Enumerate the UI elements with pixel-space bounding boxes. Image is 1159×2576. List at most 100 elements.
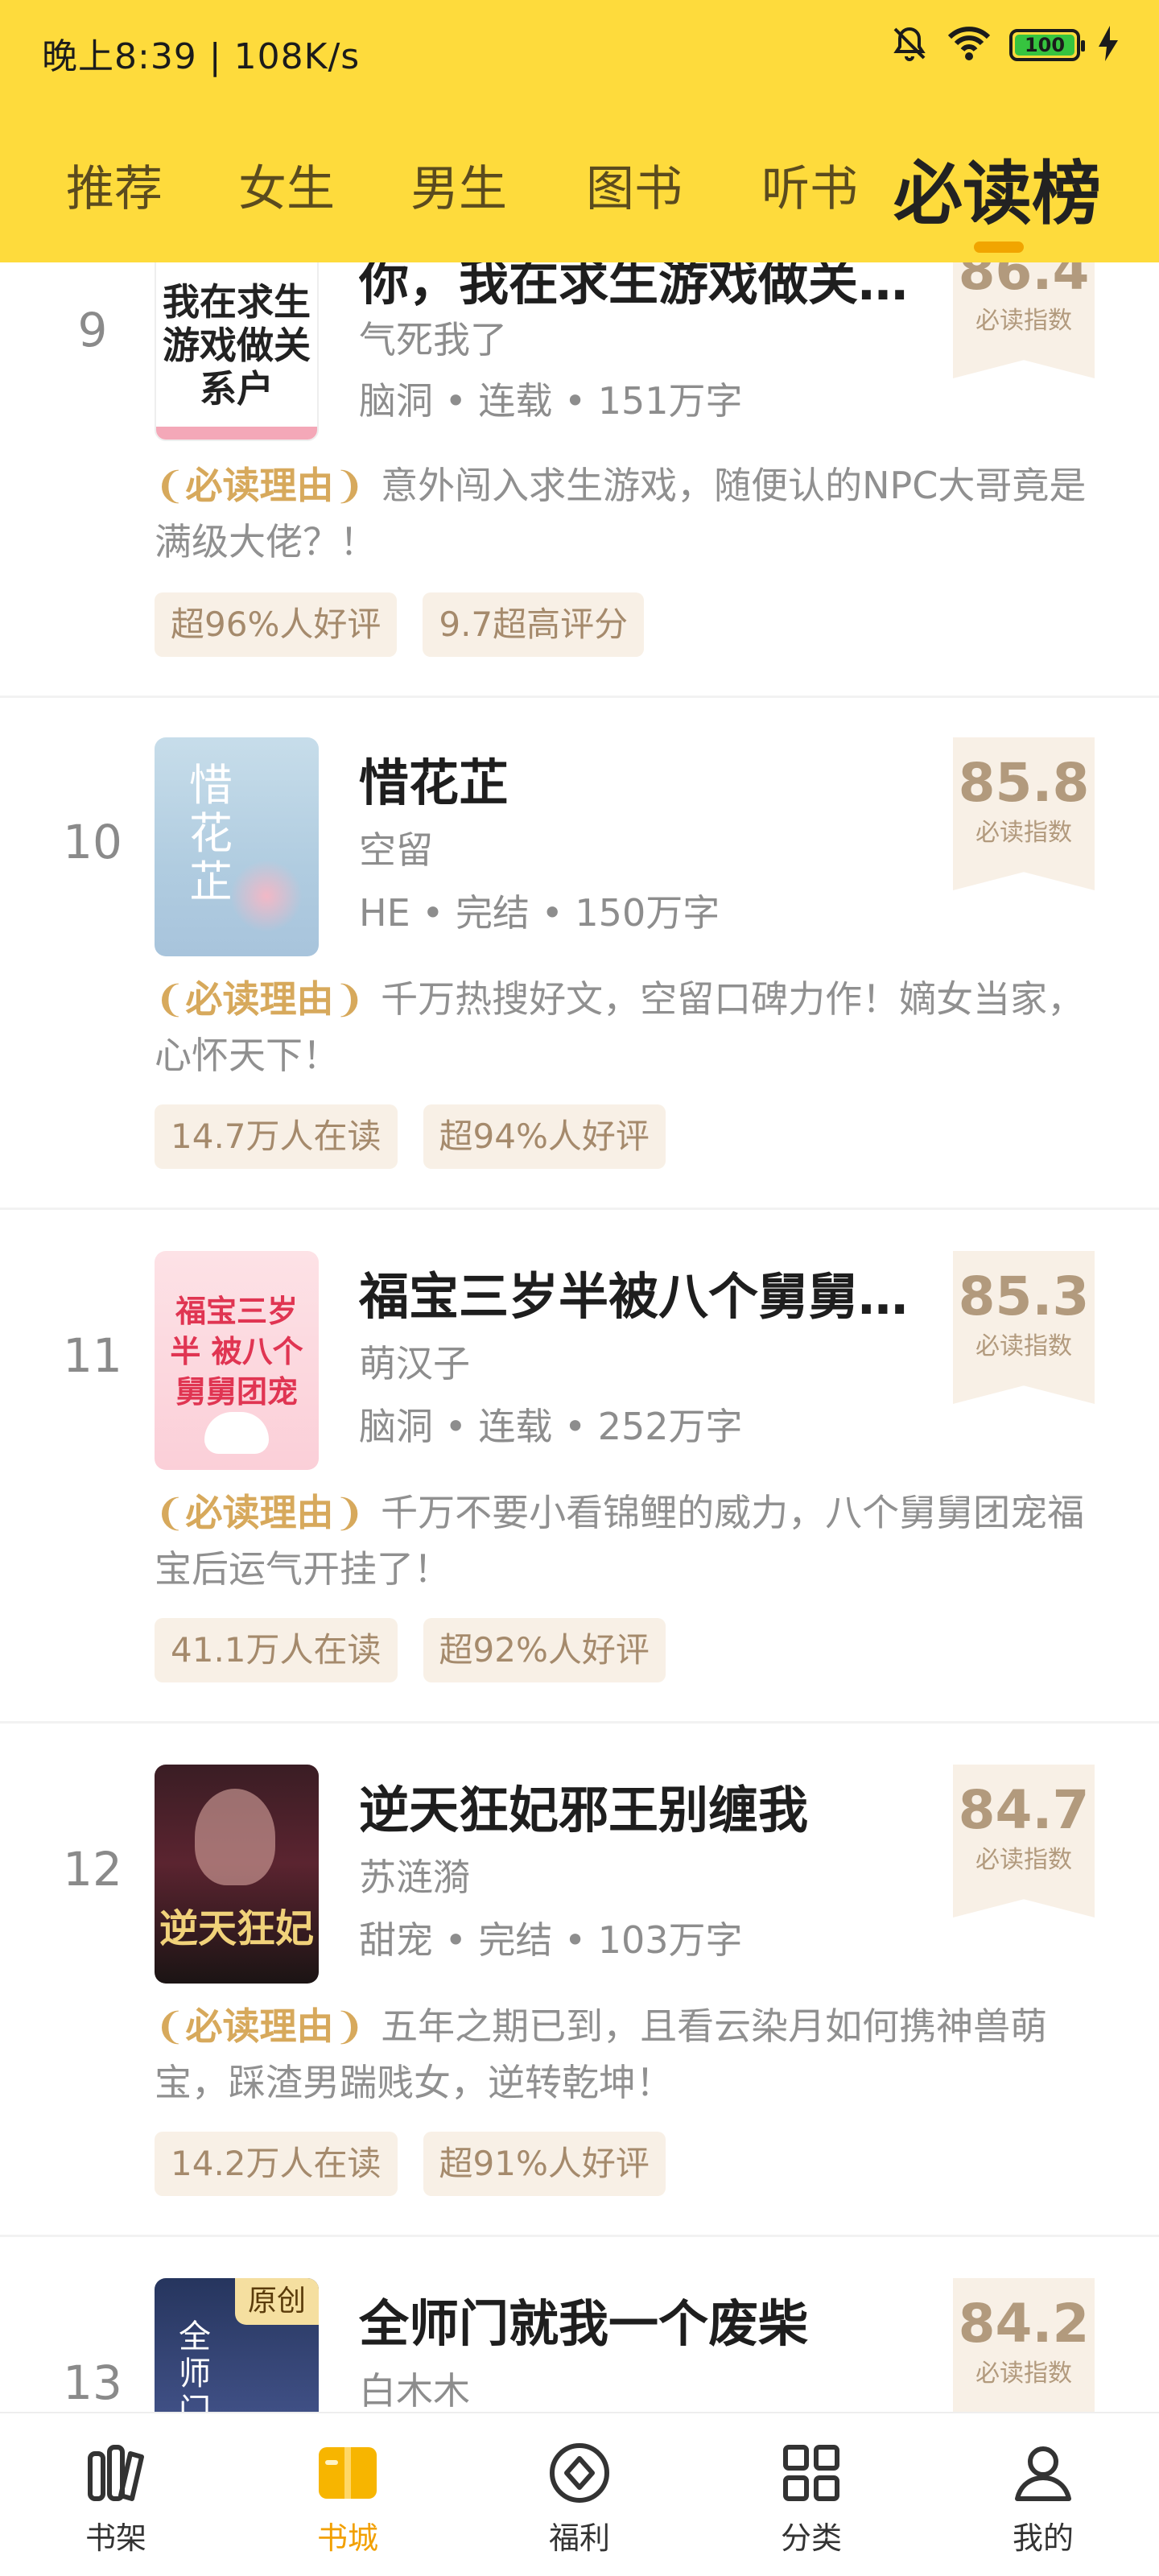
cover-stripe	[156, 427, 317, 440]
laurel-left-icon: ❨	[155, 1491, 186, 1534]
tab-books[interactable]: 图书	[586, 150, 683, 220]
score-value: 85.8	[958, 752, 1090, 814]
reason-tag: ❨必读理由❩	[155, 464, 365, 507]
reason-text: ❨必读理由❩ 五年之期已到，且看云染月如何携神兽萌宝，踩渣男踹贱女，逆转乾坤！	[155, 2004, 1048, 2104]
reason-text: ❨必读理由❩ 千万热搜好文，空留口碑力作！嫡女当家，心怀天下！	[155, 977, 1085, 1077]
welfare-icon	[544, 2438, 615, 2508]
list-item[interactable]: 11 福宝三岁半 被八个舅舅团宠了 福宝三岁半被八个舅舅团宠了 萌汉子 脑洞 •…	[0, 1211, 1159, 1724]
book-title[interactable]: 福宝三岁半被八个舅舅团宠了	[359, 1256, 938, 1328]
reason-tag: ❨必读理由❩	[155, 2004, 365, 2048]
nav-bookstore[interactable]: 书城	[267, 2438, 428, 2557]
reason-tag: ❨必读理由❩	[155, 977, 365, 1021]
reason-tag: ❨必读理由❩	[155, 1491, 365, 1534]
ranking-list[interactable]: 9 我在求生游戏做关系户 你，我在求生游戏做关系户 气死我了 脑洞 • 连载 •…	[0, 0, 1159, 2576]
tag-chip: 超92%人好评	[423, 1618, 666, 1682]
tag-chip: 9.7超高评分	[423, 592, 645, 657]
rank-number: 9	[77, 303, 108, 357]
bookstore-icon	[312, 2438, 383, 2508]
nav-label: 书城	[316, 2520, 378, 2556]
reason-text: ❨必读理由❩ 千万不要小看锦鲤的威力，八个舅舅团宠福宝后运气开挂了！	[155, 1491, 1085, 1591]
charging-icon	[1098, 26, 1119, 64]
status-icons: 100	[890, 24, 1119, 66]
laurel-right-icon: ❩	[333, 2004, 365, 2048]
laurel-right-icon: ❩	[333, 1491, 365, 1534]
battery-level: 100	[1015, 35, 1074, 56]
tag-chip: 超94%人好评	[423, 1104, 666, 1169]
category-icon	[776, 2438, 847, 2508]
score-label: 必读指数	[975, 307, 1072, 335]
nav-bookshelf[interactable]: 书架	[35, 2438, 196, 2557]
tag-chip: 14.7万人在读	[155, 1104, 398, 1169]
original-badge: 原创	[235, 2278, 319, 2325]
rank-number: 10	[63, 815, 122, 869]
book-meta: 脑洞 • 连载 • 252万字	[359, 1405, 743, 1448]
book-cover[interactable]: 惜花芷	[155, 737, 319, 956]
list-item[interactable]: 10 惜花芷 惜花芷 空留 HE • 完结 • 150万字 85.8 必读指数 …	[0, 697, 1159, 1211]
tab-recommend[interactable]: 推荐	[66, 150, 163, 220]
reason-text: ❨必读理由❩ 意外闯入求生游戏，随便认的NPC大哥竟是满级大佬？！	[155, 464, 1087, 564]
laurel-right-icon: ❩	[333, 977, 365, 1021]
score-label: 必读指数	[975, 1846, 1072, 1874]
tab-audio[interactable]: 听书	[761, 150, 858, 220]
tab-must-read[interactable]: 必读榜	[893, 137, 1101, 237]
score-label: 必读指数	[975, 819, 1072, 847]
nav-category[interactable]: 分类	[731, 2438, 892, 2557]
tag-chips: 41.1万人在读 超92%人好评	[155, 1618, 666, 1682]
tag-chips: 14.7万人在读 超94%人好评	[155, 1104, 666, 1169]
nav-label: 福利	[548, 2520, 610, 2556]
tab-indicator	[974, 242, 1024, 253]
rank-number: 13	[63, 2355, 122, 2410]
score-label: 必读指数	[975, 2359, 1072, 2388]
laurel-right-icon: ❩	[333, 464, 365, 507]
profile-icon	[1008, 2438, 1079, 2508]
cover-figure	[195, 1789, 275, 1885]
nav-label: 书架	[85, 2520, 146, 2556]
category-tabs: 推荐 女生 男生 图书 听书 必读榜	[0, 137, 1159, 234]
laurel-left-icon: ❨	[155, 464, 186, 507]
score-value: 84.7	[958, 1779, 1090, 1841]
score-value: 84.2	[958, 2293, 1090, 2355]
book-title[interactable]: 逆天狂妃邪王别缠我	[359, 1769, 938, 1842]
score-badge: 84.2 必读指数	[953, 2278, 1095, 2431]
cover-flower	[230, 860, 303, 932]
book-author[interactable]: 白木木	[359, 2362, 470, 2415]
book-author[interactable]: 气死我了	[359, 311, 507, 364]
nav-welfare[interactable]: 福利	[499, 2438, 660, 2557]
tab-male[interactable]: 男生	[410, 150, 507, 220]
book-meta: 甜宠 • 完结 • 103万字	[359, 1918, 743, 1962]
mute-bell-icon	[890, 24, 929, 66]
tag-chip: 14.2万人在读	[155, 2132, 398, 2196]
rank-number: 12	[63, 1842, 122, 1897]
book-author[interactable]: 空留	[359, 821, 433, 874]
cover-title: 我在求生游戏做关系户	[163, 280, 311, 411]
divider	[0, 1721, 1159, 1724]
book-title[interactable]: 惜花芷	[359, 742, 938, 815]
book-author[interactable]: 苏涟漪	[359, 1848, 470, 1901]
tag-chip: 超91%人好评	[423, 2132, 666, 2196]
battery-icon: 100	[1009, 29, 1085, 61]
bottom-nav: 书架 书城 福利 分类 我的	[0, 2412, 1159, 2576]
cover-title: 逆天狂妃	[159, 1906, 314, 1951]
rank-number: 11	[63, 1328, 122, 1383]
book-meta: 脑洞 • 连载 • 151万字	[359, 379, 743, 423]
cover-title: 惜花芷	[189, 760, 233, 907]
tag-chips: 超96%人好评 9.7超高评分	[155, 592, 645, 657]
book-cover[interactable]: 福宝三岁半 被八个舅舅团宠了	[155, 1251, 319, 1470]
book-author[interactable]: 萌汉子	[359, 1335, 470, 1388]
book-title[interactable]: 全师门就我一个废柴	[359, 2283, 938, 2355]
tag-chip: 超96%人好评	[155, 592, 398, 657]
book-cover[interactable]: 逆天狂妃	[155, 1765, 319, 1984]
list-item[interactable]: 12 逆天狂妃 逆天狂妃邪王别缠我 苏涟漪 甜宠 • 完结 • 103万字 84…	[0, 1724, 1159, 2238]
tag-chips: 14.2万人在读 超91%人好评	[155, 2132, 666, 2196]
laurel-left-icon: ❨	[155, 2004, 186, 2048]
nav-label: 我的	[1012, 2520, 1074, 2556]
bookshelf-icon	[80, 2438, 151, 2508]
status-time: 晚上8:39 | 108K/s	[42, 36, 361, 77]
cover-bunny	[204, 1412, 269, 1454]
laurel-left-icon: ❨	[155, 977, 186, 1021]
tab-female[interactable]: 女生	[238, 150, 335, 220]
wifi-icon	[947, 24, 992, 66]
divider	[0, 2235, 1159, 2237]
tag-chip: 41.1万人在读	[155, 1618, 398, 1682]
nav-profile[interactable]: 我的	[963, 2438, 1124, 2557]
